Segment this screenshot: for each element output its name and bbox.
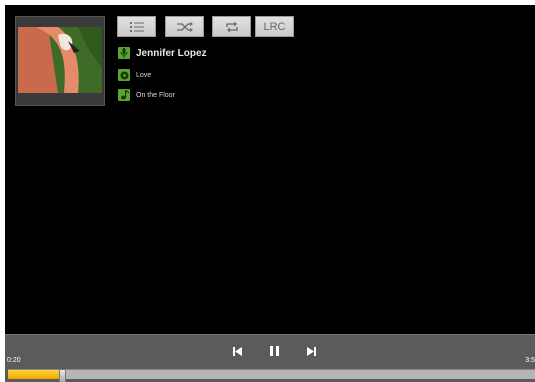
- total-time: 3:5: [525, 357, 535, 364]
- shuffle-icon: [176, 21, 193, 32]
- shuffle-button[interactable]: [165, 16, 204, 37]
- previous-button[interactable]: [229, 343, 245, 359]
- song-title: On the Floor: [136, 91, 175, 99]
- progress-thumb[interactable]: [59, 369, 66, 382]
- repeat-button[interactable]: [212, 16, 251, 37]
- elapsed-time: 0:20: [7, 357, 21, 364]
- next-button[interactable]: [303, 343, 319, 359]
- album-name: Love: [136, 71, 152, 79]
- pause-icon: [269, 346, 279, 356]
- album-row: Love: [118, 69, 151, 81]
- lrc-button[interactable]: LRC: [255, 16, 294, 37]
- playback-controls: 0:20 3:5: [5, 334, 535, 382]
- player-screen: LRC Jennifer Lopez Love On the Floor 0:2…: [5, 5, 535, 382]
- album-art: [18, 27, 102, 93]
- previous-icon: [232, 346, 242, 356]
- playlist-button[interactable]: [117, 16, 156, 37]
- artist-row: Jennifer Lopez: [118, 47, 207, 59]
- pause-button[interactable]: [266, 343, 282, 359]
- lrc-label: LRC: [263, 20, 286, 33]
- disc-icon: [118, 69, 130, 81]
- song-row: On the Floor: [118, 89, 175, 101]
- repeat-icon: [225, 21, 239, 33]
- playlist-icon: [129, 21, 144, 32]
- artist-name: Jennifer Lopez: [136, 47, 207, 59]
- progress-bar[interactable]: [8, 369, 535, 382]
- microphone-icon: [118, 47, 130, 59]
- music-note-icon: [118, 89, 130, 101]
- next-icon: [306, 346, 316, 356]
- album-art-frame: [15, 16, 105, 106]
- progress-fill: [8, 370, 61, 379]
